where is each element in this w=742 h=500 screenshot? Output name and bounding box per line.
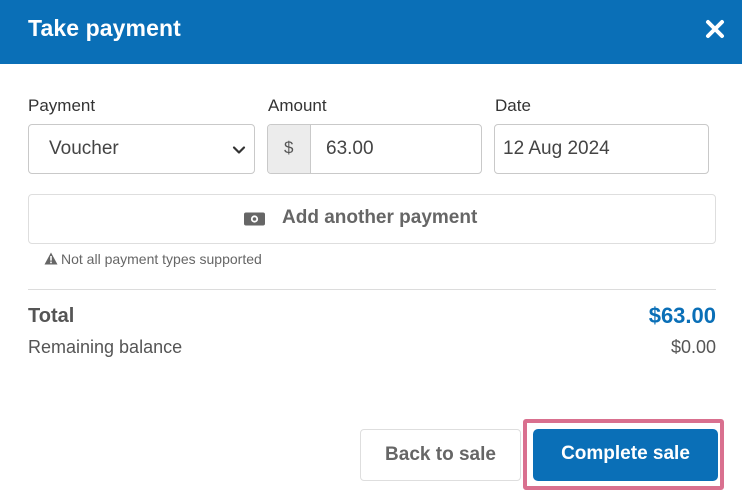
add-another-payment-label: Add another payment bbox=[282, 207, 478, 228]
warning-icon bbox=[44, 252, 58, 265]
complete-sale-button[interactable]: Complete sale bbox=[533, 429, 718, 481]
payment-label: Payment bbox=[28, 96, 96, 115]
payment-types-note: Not all payment types supported bbox=[44, 251, 262, 267]
amount-label: Amount bbox=[268, 96, 327, 115]
remaining-balance-value: $0.00 bbox=[670, 337, 716, 357]
date-value: 12 Aug 2024 bbox=[503, 138, 610, 159]
note-text: Not all payment types supported bbox=[61, 251, 262, 267]
date-input[interactable]: 12 Aug 2024 bbox=[494, 124, 709, 174]
complete-sale-label: Complete sale bbox=[561, 443, 690, 464]
total-value: $63.00 bbox=[648, 303, 716, 328]
remaining-balance-label: Remaining balance bbox=[28, 337, 183, 357]
back-to-sale-label: Back to sale bbox=[385, 444, 496, 465]
date-label: Date bbox=[495, 96, 531, 115]
add-another-payment-button[interactable]: Add another payment bbox=[28, 194, 716, 244]
currency-prefix: $ bbox=[268, 125, 311, 173]
back-to-sale-button[interactable]: Back to sale bbox=[360, 429, 521, 481]
amount-value: 63.00 bbox=[326, 138, 374, 159]
divider bbox=[28, 289, 716, 290]
modal-header: Take payment bbox=[0, 0, 742, 64]
payment-type-value: Voucher bbox=[49, 138, 119, 159]
close-icon[interactable] bbox=[704, 18, 726, 40]
chevron-down-icon bbox=[232, 143, 246, 157]
cash-icon bbox=[243, 211, 267, 227]
total-label: Total bbox=[28, 305, 75, 327]
modal-title: Take payment bbox=[28, 15, 181, 41]
amount-input[interactable]: $ 63.00 bbox=[267, 124, 482, 174]
payment-type-select[interactable]: Voucher bbox=[28, 124, 255, 174]
